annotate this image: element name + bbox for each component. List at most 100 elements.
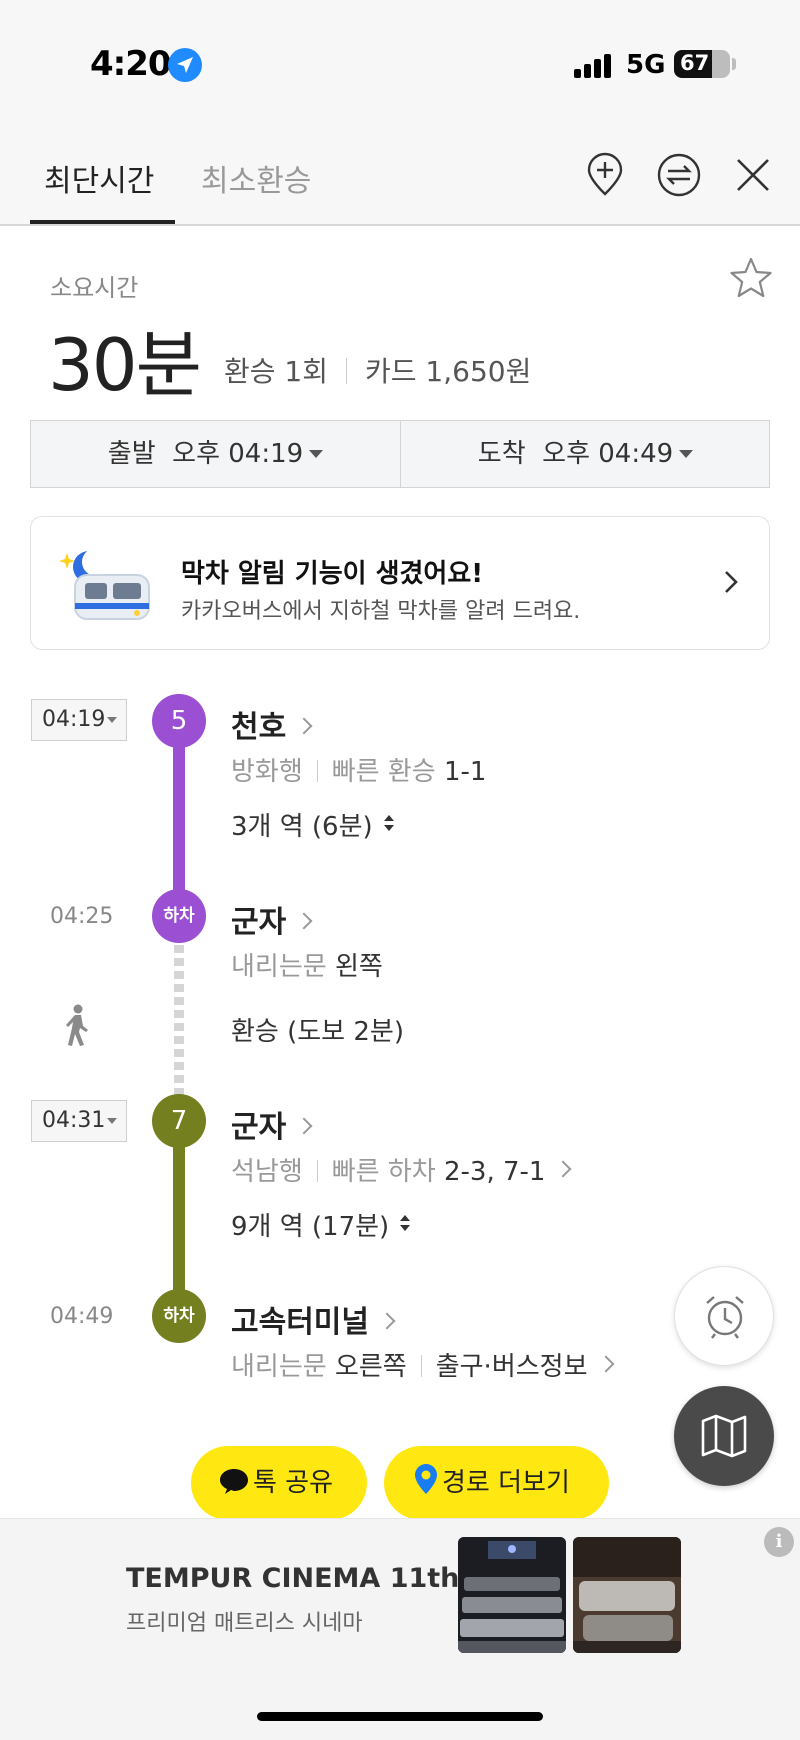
alight2-station: 고속터미널	[231, 1305, 369, 1340]
chevron-right-icon	[295, 912, 313, 930]
caret-down-icon	[309, 450, 324, 458]
chevron-right-icon[interactable]	[554, 1160, 572, 1178]
door-value: 왼쪽	[334, 952, 383, 982]
ad-title: TEMPUR CINEMA 11th	[126, 1563, 460, 1594]
leg2-quick-label: 빠른 하차	[331, 1157, 436, 1187]
exit-bus-info-link[interactable]: 출구·버스정보	[435, 1352, 615, 1382]
route-option-tabs: 최단시간 최소환승	[0, 128, 800, 226]
chevron-right-icon	[723, 569, 739, 599]
last-train-alert-banner[interactable]: 막차 알림 기능이 생겼어요! 카카오버스에서 지하철 막차를 알려 드려요.	[30, 516, 770, 650]
location-arrow-icon	[168, 48, 202, 82]
add-waypoint-icon[interactable]	[582, 152, 628, 198]
alight1-station-link[interactable]: 군자	[231, 897, 313, 941]
summary-meta: 환승 1회 카드 1,650원	[224, 350, 531, 390]
total-duration: 30분	[48, 323, 202, 407]
alight2-station-link[interactable]: 고속터미널	[231, 1297, 396, 1341]
chevron-right-icon	[597, 1355, 615, 1373]
line7-badge: 7	[152, 1094, 206, 1148]
swap-icon[interactable]	[656, 152, 702, 198]
leg2-station-link[interactable]: 군자	[231, 1102, 313, 1146]
arrival-time-button[interactable]: 도착 오후 04:49	[401, 421, 770, 487]
departure-time-button[interactable]: 출발 오후 04:19	[31, 421, 400, 487]
night-train-icon	[59, 545, 159, 625]
divider	[346, 358, 347, 384]
share-label: 톡 공유	[253, 1468, 334, 1498]
leg1-departure-time-select[interactable]: 04:19	[31, 699, 127, 741]
home-indicator	[257, 1712, 543, 1721]
caret-down-icon	[107, 1118, 118, 1124]
leg1-quick-label: 빠른 환승	[331, 757, 436, 787]
star-icon[interactable]	[728, 256, 774, 304]
transfer-count: 환승 1회	[224, 355, 328, 388]
alight-badge: 하차	[152, 889, 206, 943]
active-tab-indicator	[30, 220, 175, 224]
walking-person-icon	[62, 1004, 92, 1050]
chevron-right-icon	[295, 1117, 313, 1135]
alarm-button[interactable]	[674, 1266, 774, 1366]
leg1-station-link[interactable]: 천호	[231, 702, 313, 746]
leg1-stops: 3개 역 (6분)	[231, 812, 373, 842]
chevron-right-icon	[378, 1312, 396, 1330]
leg2-station: 군자	[231, 1110, 287, 1145]
leg2-quick-value: 2-3, 7-1	[443, 1157, 546, 1187]
kakaotalk-share-button[interactable]: 톡 공유	[191, 1446, 367, 1520]
duration-label: 소요시간	[50, 274, 139, 302]
transfer-walk: 환승 (도보 2분)	[231, 1017, 404, 1047]
alight1-door-row: 내리는문 왼쪽	[231, 946, 383, 983]
ad-subtitle: 프리미엄 매트리스 시네마	[126, 1611, 363, 1636]
chevron-right-icon	[295, 717, 313, 735]
divider	[420, 1355, 422, 1377]
leg1-direction-row: 방화행 빠른 환승 1-1	[231, 751, 486, 788]
door-label: 내리는문	[231, 952, 327, 982]
caret-down-icon	[679, 450, 694, 458]
leg1-station: 천호	[231, 710, 287, 745]
leg2-direction-row: 석남행 빠른 하차 2-3, 7-1	[231, 1151, 572, 1188]
divider	[316, 1160, 318, 1182]
advertisement[interactable]: TEMPUR CINEMA 11th 프리미엄 매트리스 시네마 i	[0, 1518, 800, 1740]
leg2-direction: 석남행	[231, 1157, 303, 1187]
line7-path	[173, 1121, 185, 1317]
leg1-time: 04:19	[42, 707, 106, 732]
line5-path	[173, 720, 185, 916]
more-routes-button[interactable]: 경로 더보기	[384, 1446, 609, 1520]
location-pin-icon	[414, 1450, 438, 1524]
exit-info: 출구·버스정보	[435, 1352, 588, 1382]
battery-cap	[732, 58, 736, 70]
alight1-station: 군자	[231, 905, 287, 940]
departure-label: 출발	[107, 439, 156, 469]
map-view-button[interactable]	[674, 1386, 774, 1486]
alight-badge: 하차	[152, 1289, 206, 1343]
tab-fewest-transfers[interactable]: 최소환승	[201, 156, 311, 200]
close-icon[interactable]	[730, 152, 776, 198]
battery-icon: 67	[674, 50, 730, 78]
leg1-quick-value: 1-1	[443, 757, 487, 787]
arrival-time: 오후 04:49	[542, 439, 674, 469]
walk-path	[174, 945, 184, 1099]
expand-toggle-icon	[383, 810, 395, 840]
door-value: 오른쪽	[334, 1352, 407, 1382]
cellular-signal-icon	[574, 54, 614, 78]
alight2-time: 04:49	[50, 1304, 114, 1329]
tab-fastest[interactable]: 최단시간	[44, 156, 154, 200]
divider	[316, 760, 318, 782]
leg2-departure-time-select[interactable]: 04:31	[31, 1100, 127, 1142]
leg2-stops-toggle[interactable]: 9개 역 (17분)	[231, 1206, 411, 1243]
status-bar: 4:20 5G 67	[0, 0, 800, 128]
leg1-stops-toggle[interactable]: 3개 역 (6분)	[231, 806, 395, 843]
door-label: 내리는문	[231, 1352, 327, 1382]
leg1-direction: 방화행	[231, 757, 303, 787]
speech-bubble-icon	[219, 1450, 249, 1524]
expand-toggle-icon	[399, 1210, 411, 1240]
leg2-time: 04:31	[42, 1108, 106, 1133]
arrival-label: 도착	[477, 439, 526, 469]
ad-info-icon[interactable]: i	[764, 1527, 794, 1557]
fare: 카드 1,650원	[365, 355, 532, 388]
alight2-door-row: 내리는문 오른쪽 출구·버스정보	[231, 1346, 615, 1383]
status-time: 4:20	[90, 44, 172, 84]
cinema-seats-image	[458, 1537, 566, 1653]
network-type: 5G	[626, 50, 666, 80]
mattress-image	[573, 1537, 681, 1653]
departure-arrival-selector: 출발 오후 04:19 도착 오후 04:49	[30, 420, 770, 488]
line5-badge: 5	[152, 694, 206, 748]
battery-percent: 67	[680, 51, 710, 75]
